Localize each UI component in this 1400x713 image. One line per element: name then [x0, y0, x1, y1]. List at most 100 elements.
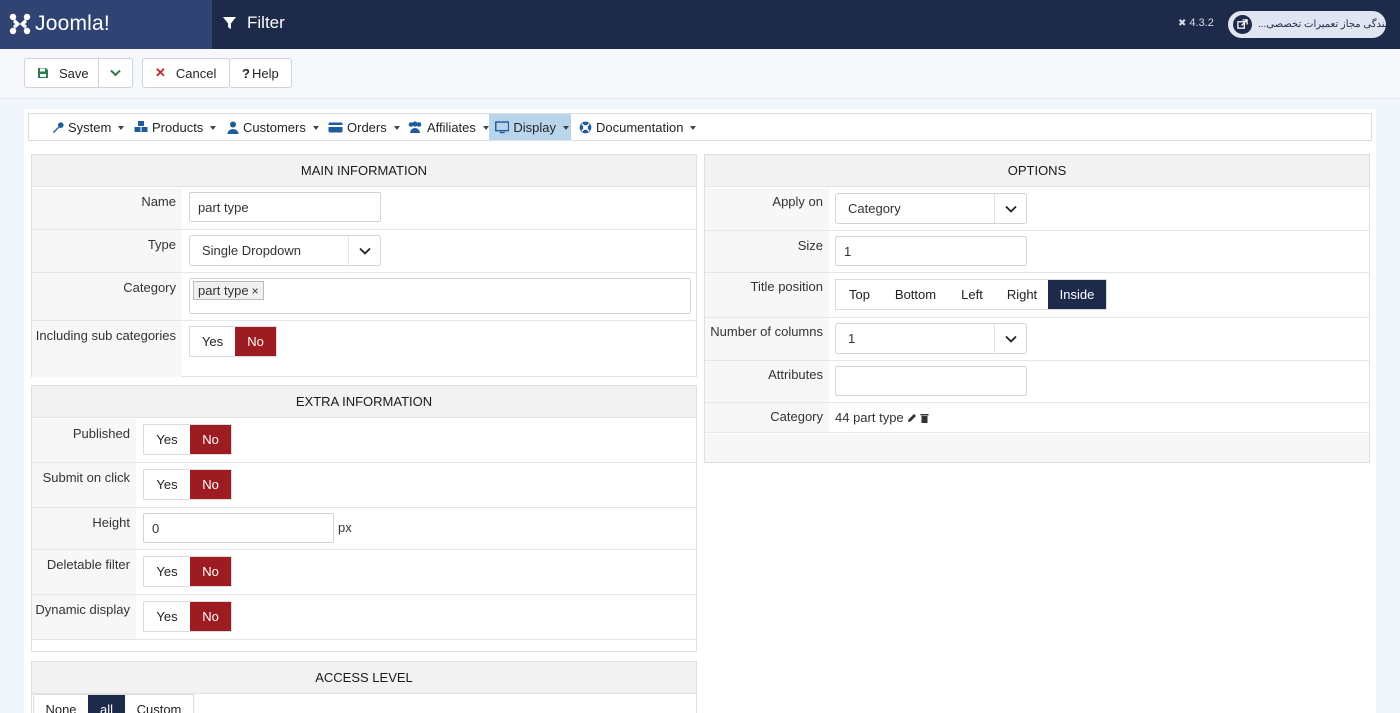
chevron-down-icon: [110, 69, 121, 77]
size-input[interactable]: 1: [835, 236, 1027, 266]
options-footer: [705, 434, 1369, 462]
save-button[interactable]: Save: [24, 58, 99, 88]
type-select[interactable]: Single Dropdown: [189, 235, 381, 266]
cancel-label: Cancel: [175, 65, 217, 81]
main-information-heading: MAIN INFORMATION: [32, 155, 696, 187]
menu-system[interactable]: System: [49, 114, 126, 140]
action-toolbar: Save ✕ Cancel ? Help: [0, 49, 1400, 99]
caret-down-icon: [312, 126, 319, 130]
deletable-yes-button[interactable]: Yes: [144, 557, 190, 586]
submit-on-click-label: Submit on click: [42, 470, 130, 485]
subcategories-toggle: Yes No: [189, 326, 277, 357]
apply-on-select[interactable]: Category: [835, 193, 1027, 224]
category-multiselect[interactable]: [189, 278, 691, 314]
dynamic-display-row: Dynamic display Yes No: [32, 595, 696, 640]
published-yes-button[interactable]: Yes: [144, 425, 190, 454]
category-row: Category part type ×: [32, 273, 696, 321]
menu-products[interactable]: Products: [132, 114, 218, 140]
menu-documentation-label: Documentation: [596, 119, 684, 135]
type-label: Type: [147, 237, 176, 252]
logo-area[interactable]: Joomla!: [0, 0, 212, 49]
menu-orders-label: Orders: [347, 119, 387, 135]
dynamic-display-yes-button[interactable]: Yes: [144, 602, 190, 631]
caret-down-icon: [118, 126, 125, 130]
menu-affiliates[interactable]: Affiliates: [405, 114, 491, 140]
caret-down-icon: [482, 126, 489, 130]
title-position-right-button[interactable]: Right: [996, 280, 1048, 309]
size-row: Size 1: [705, 231, 1369, 273]
site-name: نمایندگی مجاز تعمیرات تخصصی...: [1258, 19, 1386, 30]
title-position-bottom-button[interactable]: Bottom: [883, 280, 948, 309]
subcategories-row: Including sub categories Yes No: [32, 321, 696, 377]
dynamic-display-no-button[interactable]: No: [190, 602, 231, 631]
title-position-row: Title position Top Bottom Left Right Ins…: [705, 273, 1369, 318]
category-label: Category: [123, 280, 176, 295]
extra-information-heading: EXTRA INFORMATION: [32, 386, 696, 418]
columns-value: 1: [848, 331, 856, 346]
subcategories-no-button[interactable]: No: [235, 327, 276, 356]
menu-display[interactable]: Display: [489, 114, 571, 140]
menu-customers[interactable]: Customers: [225, 114, 321, 140]
category-tag: part type ×: [193, 281, 264, 300]
height-label: Height: [92, 515, 130, 530]
menu-affiliates-label: Affiliates: [427, 119, 476, 135]
height-input[interactable]: 0: [143, 513, 334, 543]
height-row: Height 0 px: [32, 508, 696, 550]
attributes-input[interactable]: [835, 366, 1027, 396]
options-heading: OPTIONS: [705, 155, 1369, 187]
save-options-dropdown[interactable]: [98, 58, 133, 88]
submit-on-click-yes-button[interactable]: Yes: [144, 470, 190, 499]
name-label: Name: [141, 194, 176, 209]
title-position-left-button[interactable]: Left: [948, 280, 996, 309]
deletable-no-button[interactable]: No: [190, 557, 231, 586]
access-all-button[interactable]: all: [88, 695, 125, 713]
view-site-button[interactable]: نمایندگی مجاز تعمیرات تخصصی...: [1228, 11, 1386, 38]
options-category-label: Category: [770, 409, 823, 424]
name-row: Name part type: [32, 188, 696, 230]
save-label: Save: [59, 65, 89, 81]
apply-on-value: Category: [848, 201, 901, 216]
title-position-selector: Top Bottom Left Right Inside: [835, 279, 1107, 310]
menu-documentation[interactable]: Documentation: [577, 114, 698, 140]
version-text: 4.3.2: [1189, 17, 1214, 29]
users-icon: [408, 121, 422, 133]
component-menu: System Products Customers Orders Affilia…: [28, 113, 1372, 141]
name-input[interactable]: part type: [189, 192, 381, 222]
menu-orders[interactable]: Orders: [326, 114, 402, 140]
submit-on-click-no-button[interactable]: No: [190, 470, 231, 499]
access-none-button[interactable]: None: [34, 695, 88, 713]
joomla-small-icon: ✖: [1178, 17, 1187, 29]
help-label: Help: [251, 65, 279, 81]
published-toggle: Yes No: [143, 424, 232, 455]
brand-name: Joomla!: [35, 12, 110, 35]
monitor-icon: [495, 120, 510, 133]
subcategories-yes-button[interactable]: Yes: [190, 327, 235, 356]
title-position-top-button[interactable]: Top: [836, 280, 883, 309]
deletable-label: Deletable filter: [46, 557, 130, 572]
size-label: Size: [797, 238, 823, 253]
chevron-down-icon: [348, 236, 380, 265]
columns-select[interactable]: 1: [835, 323, 1027, 354]
cancel-button[interactable]: ✕ Cancel: [142, 58, 230, 88]
deletable-toggle: Yes No: [143, 556, 232, 587]
chevron-down-icon: [994, 324, 1026, 353]
menu-products-label: Products: [152, 119, 204, 135]
access-level-heading: ACCESS LEVEL: [32, 662, 696, 694]
pencil-icon[interactable]: [907, 413, 917, 423]
trash-icon[interactable]: [920, 413, 929, 423]
title-position-inside-button[interactable]: Inside: [1048, 280, 1106, 309]
access-level-panel: ACCESS LEVEL None all Custom: [31, 661, 697, 713]
joomla-logo-icon: [9, 13, 31, 35]
published-no-button[interactable]: No: [190, 425, 231, 454]
menu-customers-label: Customers: [243, 119, 306, 135]
close-icon: ✕: [155, 65, 166, 80]
deletable-row: Deletable filter Yes No: [32, 550, 696, 595]
help-button[interactable]: ? Help: [229, 58, 292, 88]
access-custom-button[interactable]: Custom: [125, 695, 193, 713]
main-information-panel: MAIN INFORMATION Name part type Type Sin…: [31, 154, 697, 377]
submit-on-click-toggle: Yes No: [143, 469, 232, 500]
remove-tag-icon[interactable]: ×: [252, 284, 259, 298]
page-title: Filter: [222, 13, 285, 33]
cubes-icon: [134, 121, 148, 132]
user-icon: [227, 121, 239, 134]
